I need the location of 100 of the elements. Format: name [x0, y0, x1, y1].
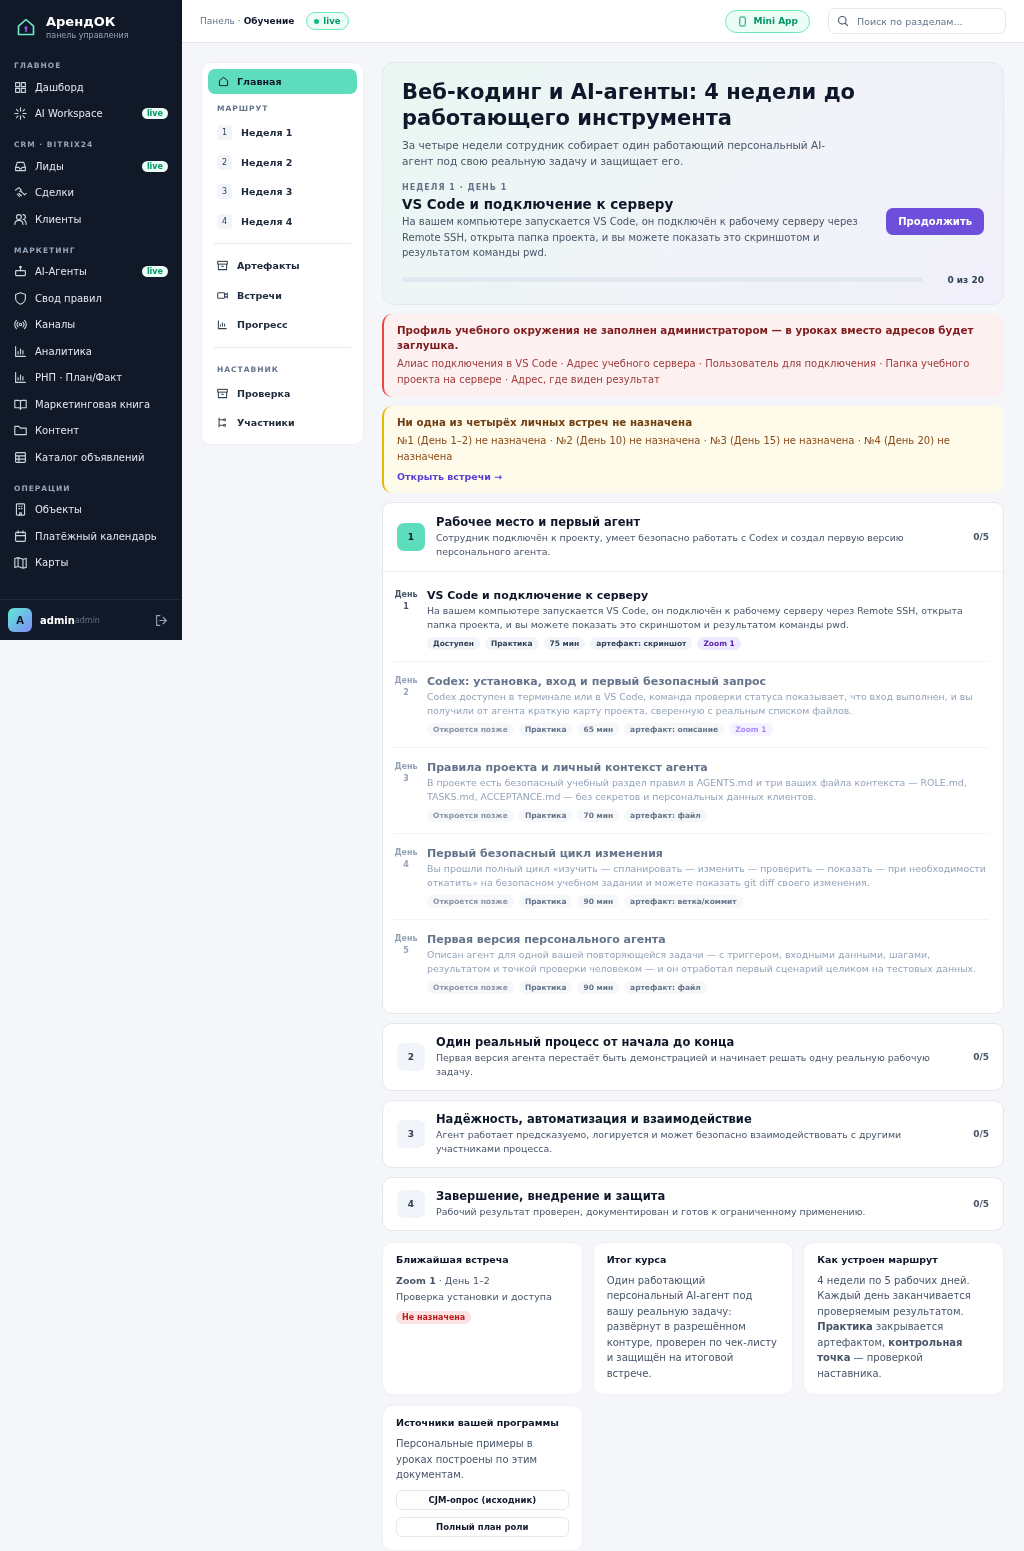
course-nav-link[interactable]: Прогресс: [208, 310, 357, 340]
current-lesson-title: VS Code и подключение к серверу: [402, 196, 675, 212]
building-icon: [14, 503, 27, 517]
week-link[interactable]: 2 Неделя 2: [208, 147, 357, 177]
book-icon: [14, 397, 27, 411]
week-description: Рабочий результат проверен, документирован и готов к ограниченному применению.: [436, 1204, 867, 1219]
sidebar-item[interactable]: Каналы: [8, 311, 174, 338]
folder-icon: [14, 424, 27, 438]
day-number: 2: [403, 686, 409, 699]
sidebar-item[interactable]: Объекты: [8, 496, 174, 523]
completed-lessons-count: 0/5: [973, 1198, 989, 1209]
home-icon: [218, 76, 229, 87]
card-text: 4 недели по 5 рабочих дней. Каждый день заканчивается проверяемым результатом. Практика закрывается артефактом, контрольная точка — проверкой наставника.: [817, 1273, 972, 1381]
week-number: 3: [397, 1119, 425, 1148]
day-label: День: [394, 588, 418, 601]
card-text: Проверка установки и доступа: [396, 1289, 552, 1304]
sidebar-item[interactable]: Маркетинговая книга: [8, 391, 174, 418]
sidebar-item[interactable]: Сделки: [8, 179, 174, 206]
continue-button[interactable]: Продолжить: [886, 208, 984, 236]
lesson-title[interactable]: Правила проекта и личный контекст агента: [427, 760, 989, 774]
day-number: 4: [403, 858, 409, 871]
house-icon: [16, 17, 36, 37]
day-label: День: [394, 846, 418, 859]
day-number: 1: [403, 600, 409, 613]
sidebar-item[interactable]: Контент: [8, 417, 174, 444]
sidebar-item[interactable]: РНП · План/Факт: [8, 364, 174, 391]
week-number: 2: [397, 1042, 425, 1071]
radio-icon: [14, 318, 27, 332]
sidebar-item[interactable]: Платёжный календарь: [8, 523, 174, 550]
week-link[interactable]: 4 Неделя 4: [208, 206, 357, 236]
sidebar-item[interactable]: Клиенты: [8, 206, 174, 233]
sidebar-item[interactable]: Дашборд: [8, 74, 174, 101]
user-name: admin: [40, 614, 75, 626]
live-badge: live: [141, 108, 168, 120]
course-nav-link[interactable]: Артефакты: [208, 251, 357, 281]
search-icon: [837, 15, 849, 27]
alert-text: Алиас подключения в VS Code · Адрес учебного сервера · Пользователь для подключения · Папка учебного проекта на сервере · Адрес, где виден результат: [397, 356, 971, 387]
card-text: Персональные примеры в уроках построены по этим документам.: [396, 1437, 539, 1482]
archive-icon: [217, 387, 228, 399]
breadcrumb-link[interactable]: Панель: [200, 16, 235, 26]
course-lead: За четыре недели сотрудник собирает один работающий персональный AI-агент под свою реальную задачу и защищает его.: [402, 138, 827, 169]
lesson-title[interactable]: Первая версия персонального агента: [427, 932, 989, 946]
sidebar-item[interactable]: Лиды live: [8, 153, 174, 180]
lesson-description: На вашем компьютере запускается VS Code, он подключён к рабочему серверу через Remote SSH, открыта папка проекта, и вы можете показать это скриншотом и результатом команды pwd.: [427, 603, 964, 632]
lesson-title[interactable]: VS Code и подключение к серверу: [427, 588, 989, 602]
week-link[interactable]: 3 Неделя 3: [208, 177, 357, 207]
week-link[interactable]: 1 Неделя 1: [208, 118, 357, 148]
card-title: Итог курса: [606, 1253, 667, 1265]
alert-text: №1 (День 1–2) не назначена · №2 (День 10) не назначена · №3 (День 15) не назначена · №4 (День 20) не назначена: [397, 433, 951, 464]
week-description: Агент работает предсказуемо, логируется и может безопасно взаимодействовать с другими участниками процесса.: [436, 1127, 903, 1156]
shield-icon: [14, 291, 27, 305]
day-label: День: [394, 760, 418, 773]
completed-lessons-count: 0/5: [973, 531, 989, 542]
week-title[interactable]: Надёжность, автоматизация и взаимодействие: [436, 1111, 955, 1126]
brand-name: АрендОК: [46, 14, 117, 29]
spark-icon: [14, 107, 27, 121]
progress-count: 0 из 20: [947, 274, 984, 285]
week-title[interactable]: Один реальный процесс от начала до конца: [436, 1034, 955, 1049]
card-title: Как устроен маршрут: [817, 1253, 938, 1265]
document-button[interactable]: CJM-опрос (исходник): [396, 1489, 569, 1510]
breadcrumb-current: Обучение: [243, 16, 295, 26]
meetings-link[interactable]: Открыть встречи →: [397, 470, 503, 482]
calendar-icon: [14, 529, 27, 543]
inbox-icon: [14, 159, 27, 173]
home-tab[interactable]: Главная: [208, 69, 357, 94]
live-status-badge: live: [306, 12, 349, 30]
lesson-title[interactable]: Первый безопасный цикл изменения: [427, 846, 989, 860]
week-description: Сотрудник подключён к проекту, умеет безопасно работать с Codex и создал первую версию персонального агента.: [436, 530, 905, 559]
lesson-title[interactable]: Codex: установка, вход и первый безопасный запрос: [427, 674, 989, 688]
card-title: Источники вашей программы: [396, 1417, 559, 1428]
course-nav-link[interactable]: Проверка: [208, 378, 357, 408]
sidebar-item[interactable]: Карты: [8, 549, 174, 576]
alert-title: Профиль учебного окружения не заполнен администратором — в уроках вместо адресов будет заглушка.: [397, 322, 975, 353]
sidebar-item[interactable]: Аналитика: [8, 338, 174, 365]
archive-icon: [217, 260, 228, 272]
week-title[interactable]: Завершение, внедрение и защита: [436, 1188, 955, 1203]
course-nav-link[interactable]: Встречи: [208, 280, 357, 310]
lesson-description: В проекте есть безопасный учебный раздел правил в AGENTS.md и три ваших файла контекста — ROLE.md, TASKS.md, ACCEPTANCE.md — без секретов и персональных данных клиентов.: [427, 775, 968, 804]
day-label: День: [394, 674, 418, 687]
day-number: 5: [403, 944, 409, 957]
grid-icon: [14, 80, 27, 94]
week-title[interactable]: Рабочее место и первый агент: [436, 514, 955, 529]
lesson-description: Описан агент для одной вашей повторяющейся задачи — с триггером, входными данными, шагами, результатом и точкой проверки человеком — и он отработал первый сценарий целиком на тестовых данных.: [427, 947, 978, 976]
card-title: Ближайшая встреча: [396, 1253, 509, 1265]
live-badge: live: [141, 160, 168, 172]
current-lesson-description: На вашем компьютере запускается VS Code, он подключён к рабочему серверу через Remote SSH, открыта папка проекта, и вы можете показать это скриншотом и результатом команды pwd.: [402, 215, 859, 260]
mini-app-button[interactable]: Mini App: [725, 9, 810, 33]
sidebar-item[interactable]: AI Workspace live: [8, 100, 174, 127]
course-nav-link[interactable]: Участники: [208, 408, 357, 438]
lesson-description: Вы прошли полный цикл «изучить — спланировать — изменить — проверить — показать — при необходимости откатить» на безопасном учебном задании и можете показать git diff своего изменения.: [427, 861, 987, 890]
search-input[interactable]: Поиск по разделам...: [855, 14, 994, 28]
brand-subtitle: панель управления: [46, 31, 129, 40]
document-button[interactable]: Полный план роли: [396, 1516, 569, 1537]
sidebar-item[interactable]: Каталог объявлений: [8, 444, 174, 471]
sidebar-item[interactable]: Свод правил: [8, 285, 174, 312]
map-icon: [14, 556, 27, 570]
logout-icon[interactable]: [155, 613, 168, 627]
search-field[interactable]: Поиск по разделам...: [828, 8, 1006, 34]
sidebar-item[interactable]: AI-Агенты live: [8, 258, 174, 285]
course-title: Веб-кодинг и AI-агенты: 4 недели до работающего инструмента: [402, 79, 857, 131]
